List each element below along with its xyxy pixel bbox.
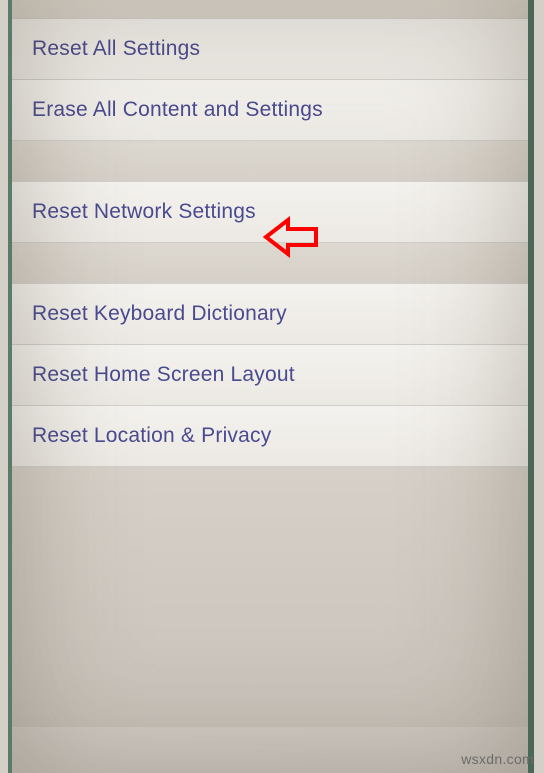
group-2: Reset Network Settings (12, 181, 528, 243)
settings-reset-screen: Reset All Settings Erase All Content and… (8, 0, 534, 773)
cell-label: Reset Keyboard Dictionary (32, 302, 287, 325)
cell-label: Reset Location & Privacy (32, 424, 271, 447)
cell-label: Reset All Settings (32, 37, 200, 60)
reset-location-privacy-cell[interactable]: Reset Location & Privacy (12, 406, 528, 467)
reset-all-settings-cell[interactable]: Reset All Settings (12, 18, 528, 80)
bottom-filler (12, 467, 528, 727)
cell-label: Reset Home Screen Layout (32, 363, 295, 386)
group-3: Reset Keyboard Dictionary Reset Home Scr… (12, 283, 528, 467)
cell-label: Erase All Content and Settings (32, 98, 323, 121)
group-1: Reset All Settings Erase All Content and… (12, 18, 528, 141)
cell-label: Reset Network Settings (32, 200, 256, 223)
reset-network-settings-cell[interactable]: Reset Network Settings (12, 181, 528, 243)
reset-home-screen-layout-cell[interactable]: Reset Home Screen Layout (12, 345, 528, 406)
erase-all-content-cell[interactable]: Erase All Content and Settings (12, 80, 528, 141)
watermark-text: wsxdn.com (461, 751, 534, 767)
top-spacer (12, 0, 528, 18)
section-gap-1 (12, 141, 528, 181)
section-gap-2 (12, 243, 528, 283)
reset-keyboard-dictionary-cell[interactable]: Reset Keyboard Dictionary (12, 283, 528, 345)
